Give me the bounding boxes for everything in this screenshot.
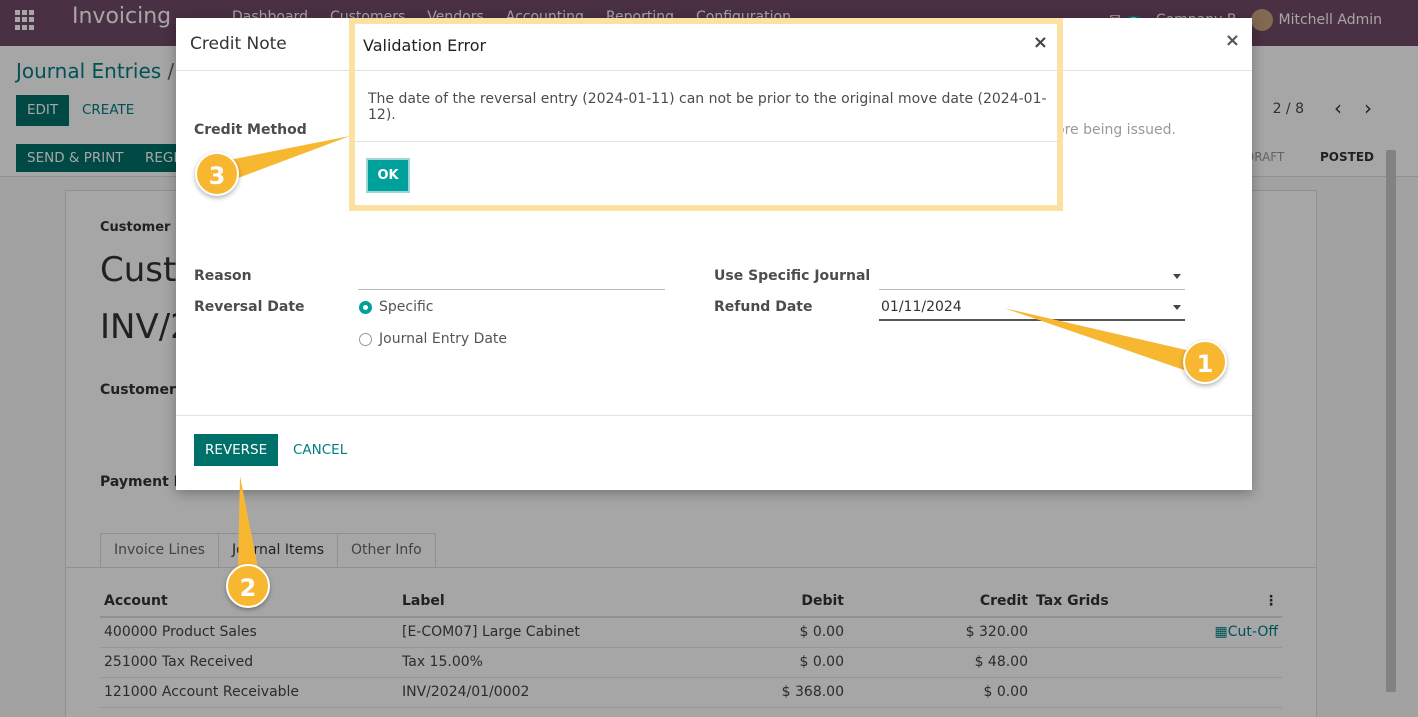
- refund-date-value: 01/11/2024: [881, 299, 962, 315]
- callout-1-badge: 1: [1183, 340, 1227, 384]
- refund-date-input[interactable]: 01/11/2024: [879, 295, 1185, 321]
- radio-journal-entry-date-dot[interactable]: [359, 332, 372, 346]
- validation-error-dialog: Validation Error × The date of the rever…: [355, 24, 1057, 205]
- radio-journal-entry-date-label: Journal Entry Date: [379, 331, 508, 347]
- reason-input[interactable]: [358, 264, 665, 290]
- chevron-down-icon: [1173, 305, 1181, 310]
- error-dialog-title: Validation Error: [363, 36, 487, 55]
- validation-error-highlight: Validation Error × The date of the rever…: [349, 18, 1063, 211]
- reverse-button[interactable]: REVERSE: [194, 434, 279, 466]
- specific-journal-select[interactable]: [879, 264, 1185, 290]
- close-icon[interactable]: ×: [1225, 30, 1240, 51]
- cancel-button[interactable]: CANCEL: [282, 434, 358, 466]
- error-dialog-footer: OK: [355, 141, 1057, 205]
- error-message: The date of the reversal entry (2024-01-…: [368, 91, 1047, 123]
- close-icon[interactable]: ×: [1033, 32, 1048, 53]
- error-dialog-header: Validation Error ×: [355, 24, 1057, 71]
- dialog-title: Credit Note: [190, 34, 287, 54]
- radio-specific-label: Specific: [379, 299, 434, 315]
- dialog-footer: REVERSE CANCEL: [176, 415, 1252, 490]
- chevron-down-icon: [1173, 274, 1181, 279]
- specific-journal-label: Use Specific Journal: [714, 268, 871, 284]
- radio-specific[interactable]: Specific: [359, 299, 434, 315]
- reversal-date-label: Reversal Date: [194, 299, 305, 315]
- ok-button[interactable]: OK: [366, 158, 410, 193]
- callout-3-badge: 3: [195, 152, 239, 196]
- refund-date-label: Refund Date: [714, 299, 813, 315]
- credit-method-label: Credit Method: [194, 122, 307, 138]
- radio-specific-dot[interactable]: [359, 300, 372, 314]
- credit-method-help: ore being issued.: [1056, 122, 1176, 138]
- reason-label: Reason: [194, 268, 252, 284]
- radio-journal-entry-date[interactable]: Journal Entry Date: [359, 331, 507, 347]
- callout-2-badge: 2: [226, 564, 270, 608]
